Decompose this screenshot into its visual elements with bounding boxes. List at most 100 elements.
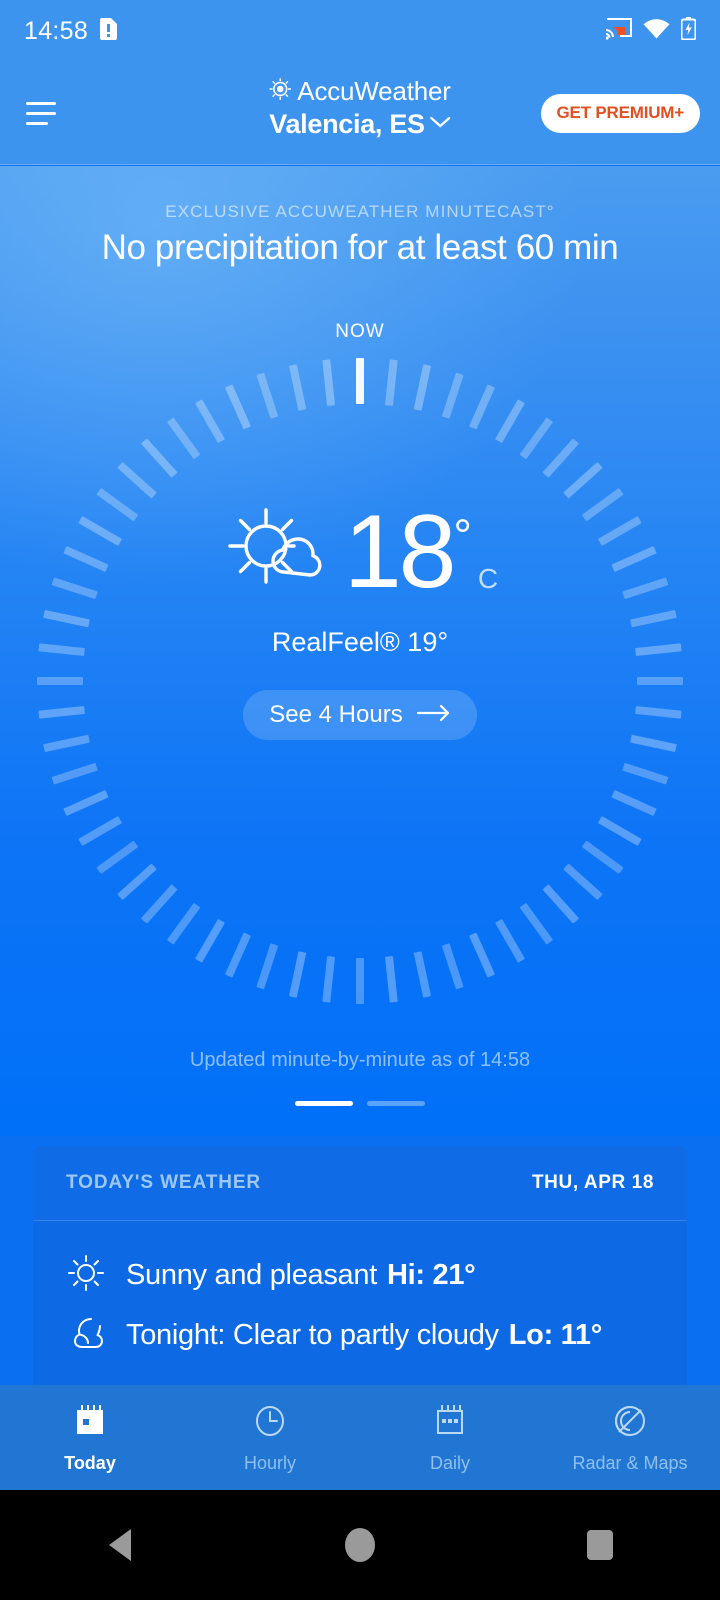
- dial-tick: [78, 816, 123, 846]
- calendar-today-icon: [70, 1401, 110, 1446]
- nav-item-today[interactable]: Today: [0, 1401, 180, 1474]
- dial-tick: [495, 399, 525, 444]
- minutecast-kicker: EXCLUSIVE ACCUWEATHER MINUTECAST°: [165, 202, 555, 221]
- nav-item-hourly[interactable]: Hourly: [180, 1401, 360, 1474]
- dial-tick: [384, 956, 398, 1003]
- nav-label: Daily: [429, 1453, 470, 1473]
- status-bar-left: 14:58: [24, 16, 118, 46]
- minutecast-hero: EXCLUSIVE ACCUWEATHER MINUTECAST° No pre…: [0, 166, 720, 1136]
- dial-tick: [356, 958, 364, 1004]
- phone-screen: 14:58 AccuWeather Valencia, ES GET PREMI…: [0, 0, 720, 1600]
- see-4-hours-button[interactable]: See 4 Hours: [243, 690, 477, 740]
- dial-tick: [413, 364, 432, 411]
- nav-item-radar-maps[interactable]: Radar & Maps: [540, 1401, 720, 1474]
- dial-tick: [469, 384, 496, 430]
- calendar-days-icon: [430, 1401, 470, 1446]
- location-name: Valencia, ES: [269, 109, 425, 139]
- hamburger-menu-icon[interactable]: [20, 93, 66, 133]
- card-date: THU, APR 18: [531, 1172, 654, 1193]
- dial-tick: [519, 417, 554, 460]
- dial-tick: [256, 943, 279, 990]
- nav-label: Today: [64, 1453, 116, 1473]
- dial-tick: [51, 762, 98, 785]
- accuweather-sun-logo-icon: [269, 78, 291, 105]
- arrow-right-icon: [416, 701, 451, 729]
- dial-tick: [96, 840, 139, 875]
- dial-tick: [622, 762, 669, 785]
- dial-tick: [542, 884, 580, 924]
- card-header: TODAY'S WEATHER THU, APR 18: [33, 1146, 687, 1221]
- get-premium-button[interactable]: GET PREMIUM+: [540, 93, 700, 133]
- page-indicator[interactable]: [0, 1101, 720, 1106]
- dial-tick: [166, 417, 201, 460]
- dial-tick: [288, 364, 307, 411]
- dial-tick: [256, 372, 279, 419]
- brand-name: AccuWeather: [297, 76, 451, 106]
- temperature-unit: C: [477, 563, 499, 594]
- dial-tick: [597, 816, 642, 846]
- dial-tick: [322, 956, 336, 1003]
- realfeel-temperature: RealFeel® 19°: [271, 627, 449, 657]
- android-system-nav: [0, 1490, 720, 1600]
- page-dot[interactable]: [367, 1101, 425, 1106]
- status-clock: 14:58: [24, 16, 89, 45]
- minutecast-headline: No precipitation for at least 60 min: [101, 228, 619, 267]
- dial-tick: [195, 399, 225, 444]
- dial-tick: [469, 932, 496, 978]
- dial-tick: [117, 461, 157, 499]
- dial-tick: [413, 951, 432, 998]
- recents-square-icon[interactable]: [540, 1530, 660, 1560]
- cast-icon: [605, 17, 632, 45]
- dial-tick: [322, 359, 336, 406]
- card-title: TODAY'S WEATHER: [66, 1172, 262, 1193]
- dial-tick: [441, 943, 464, 990]
- home-circle-icon[interactable]: [300, 1528, 420, 1562]
- chevron-down-icon: [429, 115, 451, 134]
- back-triangle-icon[interactable]: [60, 1529, 180, 1561]
- dial-tick: [288, 951, 307, 998]
- bottom-navigation: Today Hourly Daily Radar & Maps: [0, 1385, 720, 1490]
- nav-label: Radar & Maps: [572, 1453, 688, 1473]
- sim-alert-icon: [100, 17, 118, 45]
- status-bar-right: [605, 17, 697, 45]
- dial-tick: [117, 863, 157, 901]
- clock-icon: [250, 1401, 290, 1446]
- nav-item-daily[interactable]: Daily: [360, 1401, 540, 1474]
- dial-tick: [195, 918, 225, 963]
- dial-tick: [63, 790, 109, 817]
- list-item[interactable]: Sunny and pleasant Hi: 21°: [33, 1245, 687, 1305]
- dial-tick: [611, 790, 657, 817]
- now-label: NOW: [335, 321, 385, 342]
- sun-behind-cloud-icon: [222, 496, 330, 609]
- dial-tick: [563, 461, 603, 499]
- see-4-hours-label: See 4 Hours: [269, 701, 403, 728]
- dial-tick: [495, 918, 525, 963]
- dial-tick: [563, 863, 603, 901]
- updated-timestamp: Updated minute-by-minute as of 14:58: [189, 1049, 531, 1071]
- card-rows: Sunny and pleasant Hi: 21° Tonight: Clear…: [33, 1221, 687, 1365]
- list-item[interactable]: Tonight: Clear to partly cloudy Lo: 11°: [33, 1305, 687, 1365]
- location-selector[interactable]: Valencia, ES: [269, 109, 451, 140]
- dial-tick: [224, 384, 251, 430]
- nav-label: Hourly: [243, 1453, 296, 1473]
- wifi-icon: [643, 18, 670, 44]
- current-conditions: 18° C RealFeel® 19° See 4 Hours: [0, 496, 720, 740]
- dial-tick: [166, 902, 201, 945]
- temperature-row: 18° C: [222, 496, 498, 609]
- list-item-text: Tonight: Clear to partly cloudy Lo: 11°: [126, 1318, 603, 1351]
- dial-tick: [140, 438, 178, 478]
- page-dot[interactable]: [295, 1101, 353, 1106]
- current-temperature: 18°: [343, 493, 472, 610]
- todays-weather-card[interactable]: TODAY'S WEATHER THU, APR 18 Sunny and pl…: [33, 1146, 687, 1396]
- dial-tick: [581, 840, 624, 875]
- battery-charging-icon: [680, 17, 697, 45]
- dial-tick: [224, 932, 251, 978]
- dial-tick: [140, 884, 178, 924]
- dial-tick-now: [356, 358, 364, 404]
- header-title-block: AccuWeather Valencia, ES: [269, 76, 451, 140]
- app-header: AccuWeather Valencia, ES GET PREMIUM+: [0, 62, 720, 165]
- dial-tick: [441, 372, 464, 419]
- brand-row: AccuWeather: [269, 76, 451, 107]
- status-bar: 14:58: [0, 0, 720, 62]
- list-item-text: Sunny and pleasant Hi: 21°: [126, 1258, 476, 1291]
